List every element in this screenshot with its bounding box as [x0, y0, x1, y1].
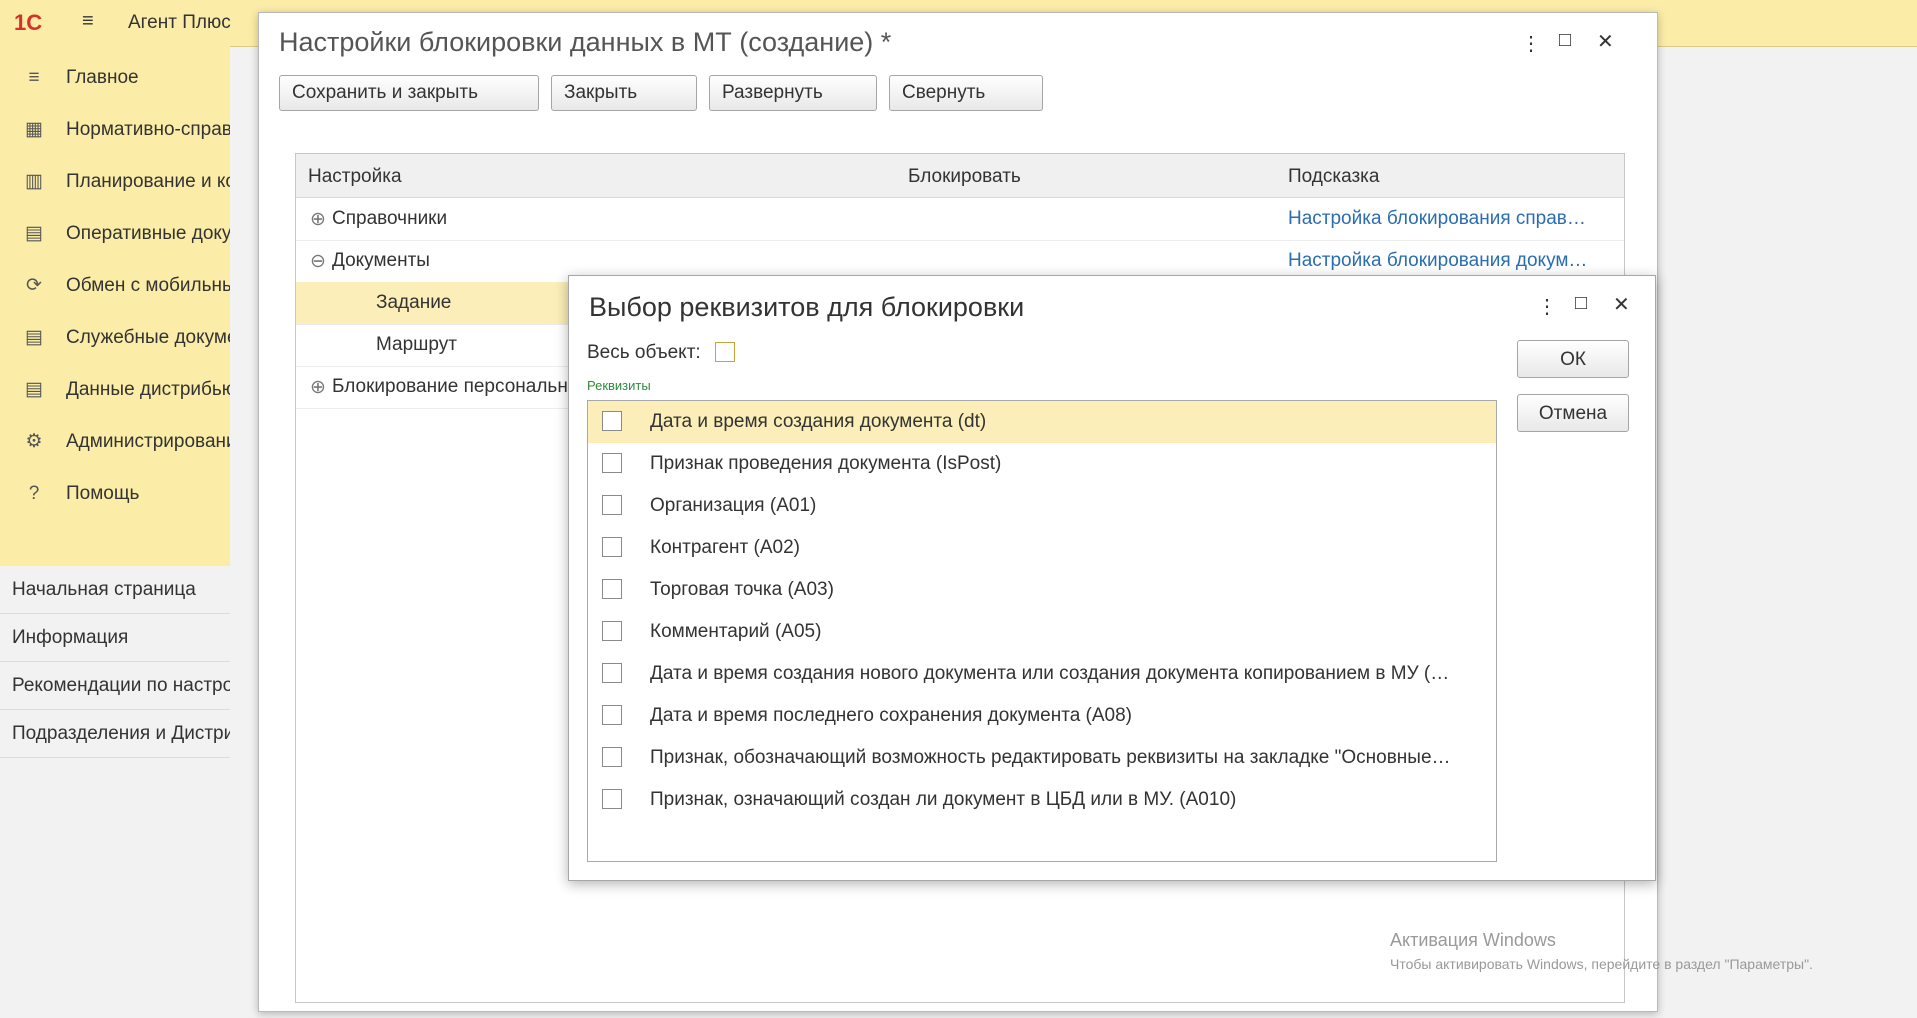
attribute-checkbox[interactable] — [602, 705, 622, 725]
attribute-row[interactable]: Признак проведения документа (IsPost) — [588, 443, 1496, 485]
sidebar-item-label: Главное — [66, 67, 139, 88]
save-and-close-button[interactable]: Сохранить и закрыть — [279, 75, 539, 111]
attribute-checkbox[interactable] — [602, 453, 622, 473]
sidebar-item-label: Обмен с мобильными устройствами — [66, 275, 230, 296]
activation-watermark-text: Чтобы активировать Windows, перейдите в … — [1390, 956, 1813, 972]
attribute-row[interactable]: Комментарий (A05) — [588, 611, 1496, 653]
attribute-label: Дата и время создания нового документа и… — [650, 663, 1450, 684]
dialog-more-icon[interactable]: ⋮ — [1537, 294, 1557, 319]
opened-window-item[interactable]: Рекомендации по настройке — [0, 662, 230, 710]
sidebar-item-label: Служебные документы — [66, 327, 230, 348]
sidebar-item-label: Помощь — [66, 483, 140, 504]
row-setting-label: Задание — [376, 292, 452, 313]
attribute-checkbox[interactable] — [602, 621, 622, 641]
attribute-checkbox[interactable] — [602, 537, 622, 557]
gear-icon: ⚙ — [25, 431, 43, 452]
sidebar-item-label: Нормативно-справочная информация — [66, 119, 230, 140]
table-icon: ▦ — [25, 119, 43, 140]
column-header-setting[interactable]: Настройка — [296, 154, 896, 198]
sidebar-item-label: Оперативные документы — [66, 223, 230, 244]
maximize-icon[interactable]: □ — [1559, 29, 1571, 52]
row-hint-link[interactable]: Настройка блокирования докум… — [1288, 250, 1587, 272]
dialog-close-icon[interactable]: ✕ — [1613, 292, 1630, 317]
attribute-row[interactable]: Дата и время последнего сохранения докум… — [588, 695, 1496, 737]
attribute-label: Дата и время создания документа (dt) — [650, 411, 987, 432]
sidebar-item-label: Администрирование — [66, 431, 230, 452]
attributes-section-label: Реквизиты — [587, 378, 651, 393]
attribute-row[interactable]: Признак, обозначающий возможность редакт… — [588, 737, 1496, 779]
attribute-label: Торговая точка (A03) — [650, 579, 834, 600]
attribute-label: Признак, означающий создан ли документ в… — [650, 789, 1237, 810]
attribute-row[interactable]: Дата и время создания документа (dt) — [588, 401, 1496, 443]
attribute-label: Комментарий (A05) — [650, 621, 822, 642]
attribute-row[interactable]: Торговая точка (A03) — [588, 569, 1496, 611]
menu-lines-icon: ≡ — [28, 67, 40, 88]
whole-object-label: Весь объект: — [587, 342, 701, 363]
sidebar-item-label: Планирование и контроль — [66, 171, 230, 192]
close-button[interactable]: Закрыть — [551, 75, 697, 111]
sync-icon: ⟳ — [26, 275, 42, 296]
sidebar: ≡ Главное ▦ Нормативно-справочная информаци… — [0, 46, 230, 566]
window-title: Настройки блокировки данных в МТ (создан… — [279, 27, 892, 57]
attribute-checkbox[interactable] — [602, 579, 622, 599]
app-title: Агент Плюс — [128, 12, 231, 33]
attribute-label: Организация (A01) — [650, 495, 817, 516]
dialog-maximize-icon[interactable]: □ — [1575, 292, 1587, 315]
attribute-row[interactable]: Дата и время создания нового документа и… — [588, 653, 1496, 695]
service-docs-icon: ▤ — [25, 327, 43, 348]
attribute-label: Признак проведения документа (IsPost) — [650, 453, 1002, 474]
column-header-hint[interactable]: Подсказка — [1276, 154, 1624, 198]
opened-window-item[interactable]: Информация — [0, 614, 230, 662]
row-setting-label: Документы — [332, 250, 430, 271]
cancel-button[interactable]: Отмена — [1517, 394, 1629, 432]
dialog-title: Выбор реквизитов для блокировки — [589, 292, 1025, 322]
attribute-row[interactable]: Организация (A01) — [588, 485, 1496, 527]
ok-button[interactable]: ОК — [1517, 340, 1629, 378]
expand-button[interactable]: Развернуть — [709, 75, 877, 111]
collapse-button[interactable]: Свернуть — [889, 75, 1043, 111]
attribute-selection-dialog: Выбор реквизитов для блокировки ⋮ □ ✕ Ве… — [568, 275, 1656, 881]
expander-icon[interactable]: ⊖ — [310, 250, 326, 273]
row-hint-link[interactable]: Настройка блокирования справ… — [1288, 208, 1586, 230]
bar-chart-icon: ▥ — [25, 171, 43, 192]
expander-icon[interactable]: ⊕ — [310, 208, 326, 231]
activation-watermark-title: Активация Windows — [1390, 930, 1556, 950]
more-icon[interactable]: ⋮ — [1521, 31, 1541, 56]
opened-windows: Начальная страница Информация Рекомендации… — [0, 566, 230, 1018]
row-setting-label: Справочники — [332, 208, 448, 229]
distributor-data-icon: ▤ — [25, 379, 43, 400]
opened-window-item[interactable]: Начальная страница — [0, 566, 230, 614]
grid-row[interactable]: ⊕ Справочники Настройка блокирования справ… — [296, 198, 1624, 241]
expander-icon[interactable]: ⊕ — [310, 376, 326, 399]
menu-icon[interactable]: ≡ — [82, 10, 94, 33]
app-logo: 1С — [14, 10, 43, 35]
attribute-checkbox[interactable] — [602, 411, 622, 431]
attribute-checkbox[interactable] — [602, 747, 622, 767]
attribute-row[interactable]: Признак, означающий создан ли документ в… — [588, 779, 1496, 821]
attribute-checkbox[interactable] — [602, 789, 622, 809]
documents-icon: ▤ — [25, 223, 43, 244]
opened-window-item[interactable]: Подразделения и Дистрибьюторы — [0, 710, 230, 758]
attribute-checkbox[interactable] — [602, 495, 622, 515]
attribute-row[interactable]: Контрагент (A02) — [588, 527, 1496, 569]
attribute-label: Дата и время последнего сохранения докум… — [650, 705, 1133, 726]
column-header-block[interactable]: Блокировать — [896, 154, 1276, 198]
attribute-label: Контрагент (A02) — [650, 537, 800, 558]
close-icon[interactable]: ✕ — [1597, 29, 1614, 54]
sidebar-item-label: Данные дистрибьютора — [66, 379, 230, 400]
help-icon: ? — [28, 483, 40, 504]
attribute-checkbox[interactable] — [602, 663, 622, 683]
attributes-list: Дата и время создания документа (dt) Приз… — [587, 400, 1497, 862]
whole-object-checkbox[interactable] — [715, 342, 735, 362]
attribute-label: Признак, обозначающий возможность редакт… — [650, 747, 1451, 768]
row-setting-label: Маршрут — [376, 334, 457, 355]
